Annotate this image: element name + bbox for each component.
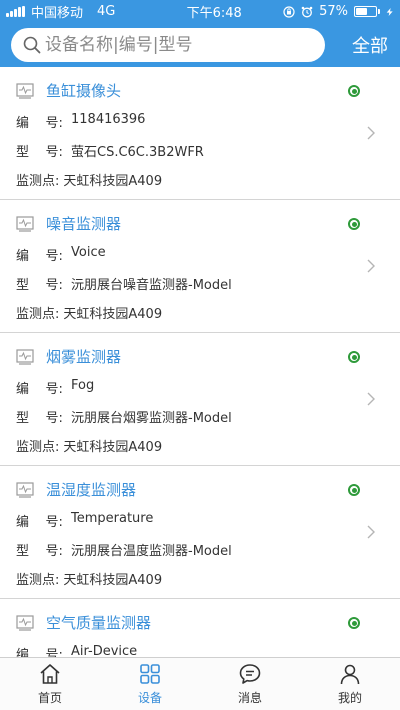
- search-box[interactable]: [11, 28, 325, 62]
- chevron-right-icon[interactable]: [366, 391, 376, 407]
- tab-devices[interactable]: 设备: [100, 658, 200, 710]
- device-code: Air-Device: [71, 644, 138, 657]
- charging-icon: [386, 7, 393, 16]
- device-name[interactable]: 烟雾监测器: [46, 346, 121, 367]
- device-code: Temperature: [71, 511, 154, 526]
- device-location: 天虹科技园A409: [63, 440, 163, 455]
- device-card[interactable]: 噪音监测器 编 号: Voice 型 号: 沅朋展台噪音监测器-Model 监测点:…: [0, 200, 400, 333]
- location-label: 监测点:: [16, 307, 60, 322]
- location-label: 监测点:: [16, 440, 60, 455]
- device-card[interactable]: 空气质量监测器 编 号: Air-Device: [0, 599, 400, 657]
- tab-profile[interactable]: 我的: [300, 658, 400, 710]
- device-model: 萤石CS.C6C.3B2WFR: [71, 145, 204, 160]
- tab-label: 设备: [137, 691, 162, 705]
- battery-fill: [355, 8, 367, 15]
- carrier-name: 中国移动: [31, 6, 84, 21]
- battery-percent: 57%: [319, 4, 348, 19]
- device-monitor-icon: [16, 481, 34, 498]
- tab-home[interactable]: 首页: [0, 658, 100, 710]
- online-status-icon: [348, 351, 360, 363]
- device-card[interactable]: 烟雾监测器 编 号: Fog 型 号: 沅朋展台烟雾监测器-Model 监测点: 天虹…: [0, 333, 400, 466]
- tab-label: 首页: [37, 691, 62, 705]
- search-icon: [23, 36, 41, 54]
- network-type: 4G: [97, 4, 116, 19]
- battery-icon: [353, 6, 380, 17]
- search-input[interactable]: [45, 35, 315, 55]
- clock: 下午6:48: [186, 6, 242, 21]
- code-label: 编 号:: [16, 116, 63, 131]
- chat-icon: [239, 664, 261, 684]
- code-label: 编 号:: [16, 648, 63, 657]
- rotation-lock-icon: [283, 5, 295, 18]
- device-monitor-icon: [16, 215, 34, 232]
- device-model: 沅朋展台噪音监测器-Model: [71, 278, 232, 293]
- filter-all-button[interactable]: 全部: [352, 32, 388, 58]
- device-model: 沅朋展台烟雾监测器-Model: [71, 411, 232, 426]
- location-label: 监测点:: [16, 573, 60, 588]
- device-monitor-icon: [16, 82, 34, 99]
- signal-icon: [6, 6, 25, 17]
- device-code: 118416396: [71, 112, 146, 127]
- online-status-icon: [348, 617, 360, 629]
- tab-label: 消息: [237, 691, 262, 705]
- model-label: 型 号:: [16, 145, 63, 160]
- tab-messages[interactable]: 消息: [200, 658, 300, 710]
- device-name[interactable]: 噪音监测器: [46, 213, 121, 234]
- alarm-icon: [301, 6, 313, 17]
- code-label: 编 号:: [16, 515, 63, 530]
- code-label: 编 号:: [16, 249, 63, 264]
- tab-label: 我的: [337, 691, 362, 705]
- device-card[interactable]: 鱼缸摄像头 编 号: 118416396 型 号: 萤石CS.C6C.3B2WFR …: [0, 67, 400, 200]
- online-status-icon: [348, 484, 360, 496]
- bottom-tab-bar: 首页 设备 消息 我的: [0, 657, 400, 710]
- device-location: 天虹科技园A409: [63, 174, 163, 189]
- device-location: 天虹科技园A409: [63, 573, 163, 588]
- chevron-right-icon[interactable]: [366, 524, 376, 540]
- device-monitor-icon: [16, 614, 34, 631]
- model-label: 型 号:: [16, 544, 63, 559]
- device-card[interactable]: 温湿度监测器 编 号: Temperature 型 号: 沅朋展台温度监测器-Mod…: [0, 466, 400, 599]
- device-code: Voice: [71, 245, 106, 260]
- device-list: 鱼缸摄像头 编 号: 118416396 型 号: 萤石CS.C6C.3B2WFR …: [0, 67, 400, 657]
- status-bar: 中国移动 4G 下午6:48 57%: [0, 0, 400, 23]
- online-status-icon: [348, 218, 360, 230]
- device-code: Fog: [71, 378, 95, 393]
- online-status-icon: [348, 85, 360, 97]
- model-label: 型 号:: [16, 278, 63, 293]
- device-name[interactable]: 鱼缸摄像头: [46, 80, 121, 101]
- chevron-right-icon[interactable]: [366, 258, 376, 274]
- code-label: 编 号:: [16, 382, 63, 397]
- model-label: 型 号:: [16, 411, 63, 426]
- grid-icon: [140, 664, 160, 684]
- device-monitor-icon: [16, 348, 34, 365]
- chevron-right-icon[interactable]: [366, 125, 376, 141]
- app-header: 中国移动 4G 下午6:48 57% 全部: [0, 0, 400, 67]
- device-model: 沅朋展台温度监测器-Model: [71, 544, 232, 559]
- device-location: 天虹科技园A409: [63, 307, 163, 322]
- person-icon: [340, 664, 360, 685]
- home-icon: [40, 664, 60, 684]
- location-label: 监测点:: [16, 174, 60, 189]
- device-name[interactable]: 温湿度监测器: [46, 479, 136, 500]
- device-name[interactable]: 空气质量监测器: [46, 612, 151, 633]
